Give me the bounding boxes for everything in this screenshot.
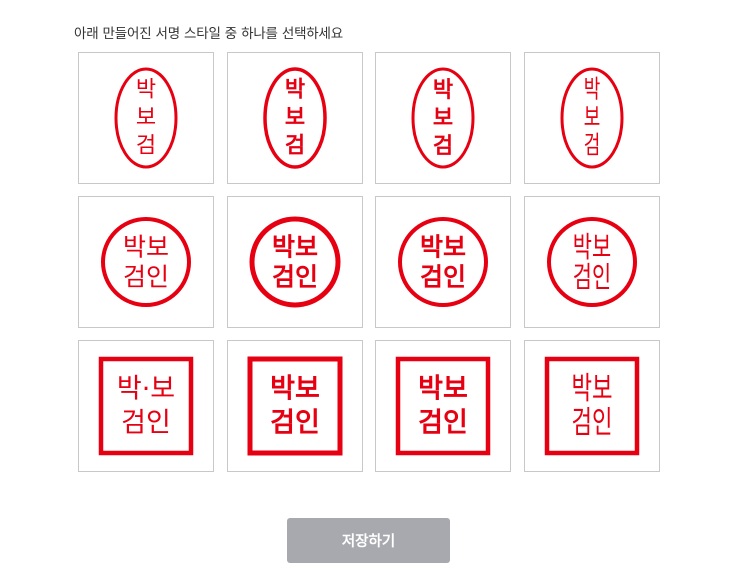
instruction-text: 아래 만들어진 서명 스타일 중 하나를 선택하세요 <box>74 26 343 42</box>
stamp-text: 박 <box>284 78 304 103</box>
stamp-style-grid: 박 보 검 박 보 검 박 보 검 박 보 검 박보 검인 박보 검인 박보 검인 박보 검인 박·보 검인 박보 검인 박보 검… <box>78 52 660 472</box>
stamp-text: 검 <box>583 132 600 161</box>
stamp-square-graphic: 박보검인 <box>395 356 491 456</box>
stamp-circle-graphic: 박보검인 <box>546 217 637 307</box>
stamp-text: 검 <box>433 133 453 159</box>
stamp-oval-graphic: 박보검 <box>411 67 475 169</box>
stamp-style-oval-seal[interactable]: 박보검 <box>523 52 660 184</box>
stamp-text: 박 <box>583 76 600 105</box>
stamp-square-graphic: 박보검인 <box>544 356 639 456</box>
stamp-style-square-seal[interactable]: 박보 검인 <box>523 340 660 472</box>
stamp-text: 박보 <box>123 233 169 262</box>
stamp-text: 보 <box>136 106 156 131</box>
stamp-circle-graphic: 박보검인 <box>398 217 488 307</box>
stamp-text: 박보 <box>572 230 610 263</box>
stamp-text: 보 <box>583 104 600 133</box>
stamp-text: 검인 <box>420 263 466 292</box>
stamp-oval-graphic: 박보검 <box>114 67 178 169</box>
stamp-style-oval-sans[interactable]: 박보검 <box>78 52 214 184</box>
stamp-text: 박보 <box>271 233 317 262</box>
stamp-square-graphic: 박·보검인 <box>98 356 194 456</box>
stamp-text: 보 <box>284 106 304 131</box>
stamp-style-square-brush[interactable]: 박보 검인 <box>375 340 511 472</box>
stamp-text: 박 <box>136 78 156 103</box>
stamp-text: 검 <box>136 134 156 159</box>
stamp-text: 검인 <box>418 408 468 439</box>
stamp-style-square-bold[interactable]: 박보 검인 <box>226 340 363 472</box>
stamp-text: 검인 <box>123 263 169 292</box>
stamp-text: 검인 <box>572 260 610 293</box>
stamp-text: 박보 <box>270 374 320 405</box>
stamp-style-oval-brush[interactable]: 박보검 <box>375 52 511 184</box>
stamp-text: 박보 <box>418 374 468 405</box>
stamp-circle-graphic: 박보검인 <box>101 217 191 307</box>
stamp-text: 보 <box>433 105 453 131</box>
stamp-text: 검인 <box>571 405 612 441</box>
stamp-style-circle-seal[interactable]: 박보 검인 <box>523 196 660 328</box>
stamp-text: 검인 <box>121 408 171 439</box>
stamp-style-circle-sans[interactable]: 박보 검인 <box>78 196 214 328</box>
stamp-text: 검 <box>284 134 304 159</box>
stamp-style-oval-bold[interactable]: 박보검 <box>226 52 363 184</box>
stamp-oval-graphic: 박보검 <box>262 67 327 169</box>
stamp-text: 검인 <box>271 263 317 292</box>
stamp-text: 검인 <box>270 408 320 439</box>
stamp-text: 박보 <box>420 233 466 262</box>
stamp-circle-graphic: 박보검인 <box>249 216 340 308</box>
stamp-style-circle-brush[interactable]: 박보 검인 <box>375 196 511 328</box>
stamp-square-graphic: 박보검인 <box>247 356 342 456</box>
stamp-text: 박·보 <box>117 374 175 405</box>
stamp-style-square-sans[interactable]: 박·보 검인 <box>78 340 214 472</box>
stamp-style-circle-bold[interactable]: 박보 검인 <box>226 196 363 328</box>
save-button[interactable]: 저장하기 <box>287 518 450 563</box>
stamp-oval-graphic: 박보검 <box>560 67 623 169</box>
stamp-text: 박보 <box>571 371 612 407</box>
stamp-text: 박 <box>433 77 453 103</box>
